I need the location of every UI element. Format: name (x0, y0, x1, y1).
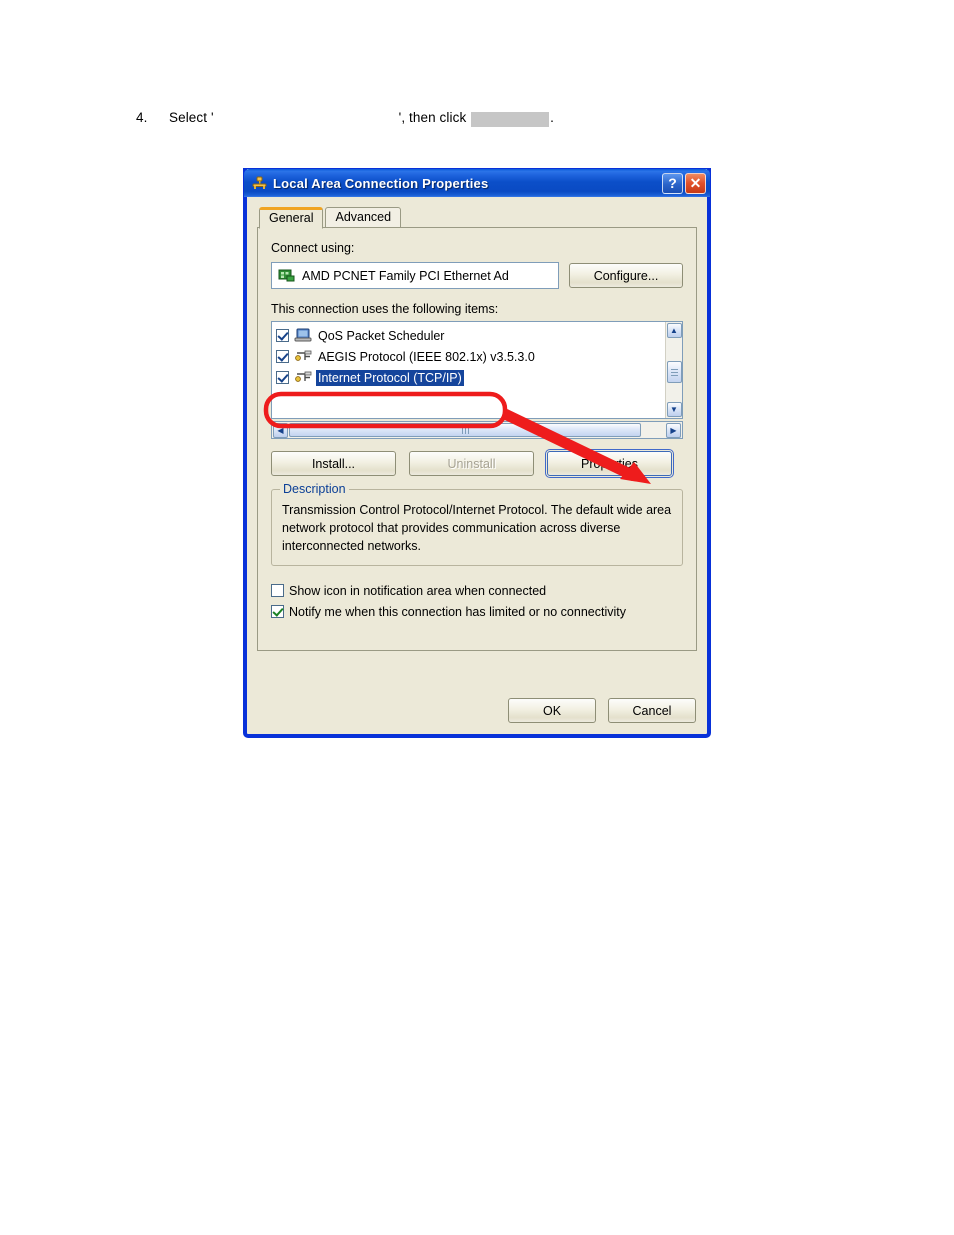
scroll-down-icon[interactable]: ▼ (666, 402, 682, 417)
checkbox-notify-limited-connectivity[interactable] (271, 605, 284, 619)
instruction-lead: Select ' (169, 110, 214, 125)
dialog-title: Local Area Connection Properties (273, 175, 489, 191)
tab-advanced[interactable]: Advanced (325, 206, 402, 228)
tab-general[interactable]: General (259, 206, 324, 229)
connect-using-label: Connect using: (271, 241, 355, 255)
checkbox-qos-packet-scheduler[interactable] (276, 329, 289, 342)
dialog-client-area: General Advanced Connect using: AMD PCNE… (247, 197, 707, 661)
instruction-end: . (550, 110, 555, 125)
step-instruction: 4. Select 'Internet Protocol (TCP/IP) ', t… (136, 110, 554, 127)
close-button[interactable]: ✕ (685, 172, 706, 194)
vertical-scrollbar[interactable]: ▲ ▼ (665, 322, 682, 418)
install-button[interactable]: Install... (271, 451, 396, 476)
option-label: Notify me when this connection has limit… (289, 604, 626, 619)
list-item[interactable]: AEGIS Protocol (IEEE 802.1x) v3.5.3.0 (276, 346, 665, 367)
list-item-label: Internet Protocol (TCP/IP) (316, 369, 464, 386)
list-item-internet-protocol-tcpip[interactable]: Internet Protocol (TCP/IP) (276, 367, 665, 388)
option-row[interactable]: Notify me when this connection has limit… (271, 601, 683, 622)
checkbox-aegis-protocol[interactable] (276, 350, 289, 363)
network-adapter-icon (278, 268, 295, 283)
items-label: This connection uses the following items… (271, 302, 499, 316)
scroll-up-icon[interactable]: ▲ (666, 323, 682, 338)
instruction-hidden-selection: Internet Protocol (TCP/IP) (213, 112, 372, 127)
qos-service-icon (294, 328, 312, 343)
list-item-label: AEGIS Protocol (IEEE 802.1x) v3.5.3.0 (318, 349, 535, 364)
network-connection-icon (251, 175, 268, 192)
instruction-mid: ', then click (398, 110, 467, 125)
connection-options: Show icon in notification area when conn… (271, 580, 683, 622)
help-button[interactable]: ? (662, 172, 683, 194)
components-listbox[interactable]: QoS Packet Scheduler AEGIS Protocol (IEE… (271, 321, 683, 419)
ok-button[interactable]: OK (508, 698, 596, 723)
local-area-connection-properties-dialog: Local Area Connection Properties ? ✕ Gen… (244, 169, 710, 737)
step-number: 4. (136, 110, 148, 125)
vertical-scrollbar-thumb[interactable] (667, 361, 682, 383)
configure-button[interactable]: Configure... (569, 263, 683, 288)
tab-page-general: Connect using: AMD PCNET Family PCI Ethe… (257, 227, 697, 651)
tab-strip: General Advanced (257, 206, 697, 229)
horizontal-scrollbar[interactable]: ◀ ▶ (271, 421, 683, 439)
description-text: Transmission Control Protocol/Internet P… (282, 503, 672, 553)
adapter-field: AMD PCNET Family PCI Ethernet Ad (271, 262, 559, 289)
list-item[interactable]: QoS Packet Scheduler (276, 325, 665, 346)
protocol-icon (294, 370, 312, 385)
description-groupbox: Description Transmission Control Protoco… (271, 482, 683, 567)
dialog-titlebar[interactable]: Local Area Connection Properties ? ✕ (244, 169, 710, 197)
properties-button[interactable]: Properties (545, 449, 674, 478)
uninstall-button: Uninstall (409, 451, 534, 476)
scroll-left-icon[interactable]: ◀ (273, 422, 288, 438)
option-row[interactable]: Show icon in notification area when conn… (271, 580, 683, 601)
protocol-icon (294, 349, 312, 364)
checkbox-show-icon-notification-area[interactable] (271, 584, 284, 598)
components-list: QoS Packet Scheduler AEGIS Protocol (IEE… (272, 322, 665, 418)
adapter-name: AMD PCNET Family PCI Ethernet Ad (302, 268, 509, 283)
component-action-buttons: Install... Uninstall Properties (271, 449, 683, 478)
horizontal-scrollbar-thumb[interactable] (289, 423, 641, 437)
connect-using-row: AMD PCNET Family PCI Ethernet Ad Configu… (271, 262, 683, 289)
dialog-footer-buttons: OK Cancel (508, 698, 696, 723)
scroll-right-icon[interactable]: ▶ (666, 422, 681, 438)
instruction-redacted-button: Properties (471, 112, 550, 127)
cancel-button[interactable]: Cancel (608, 698, 696, 723)
description-title: Description (280, 482, 349, 496)
checkbox-internet-protocol-tcpip[interactable] (276, 371, 289, 384)
list-item-label: QoS Packet Scheduler (318, 328, 445, 343)
option-label: Show icon in notification area when conn… (289, 583, 547, 598)
